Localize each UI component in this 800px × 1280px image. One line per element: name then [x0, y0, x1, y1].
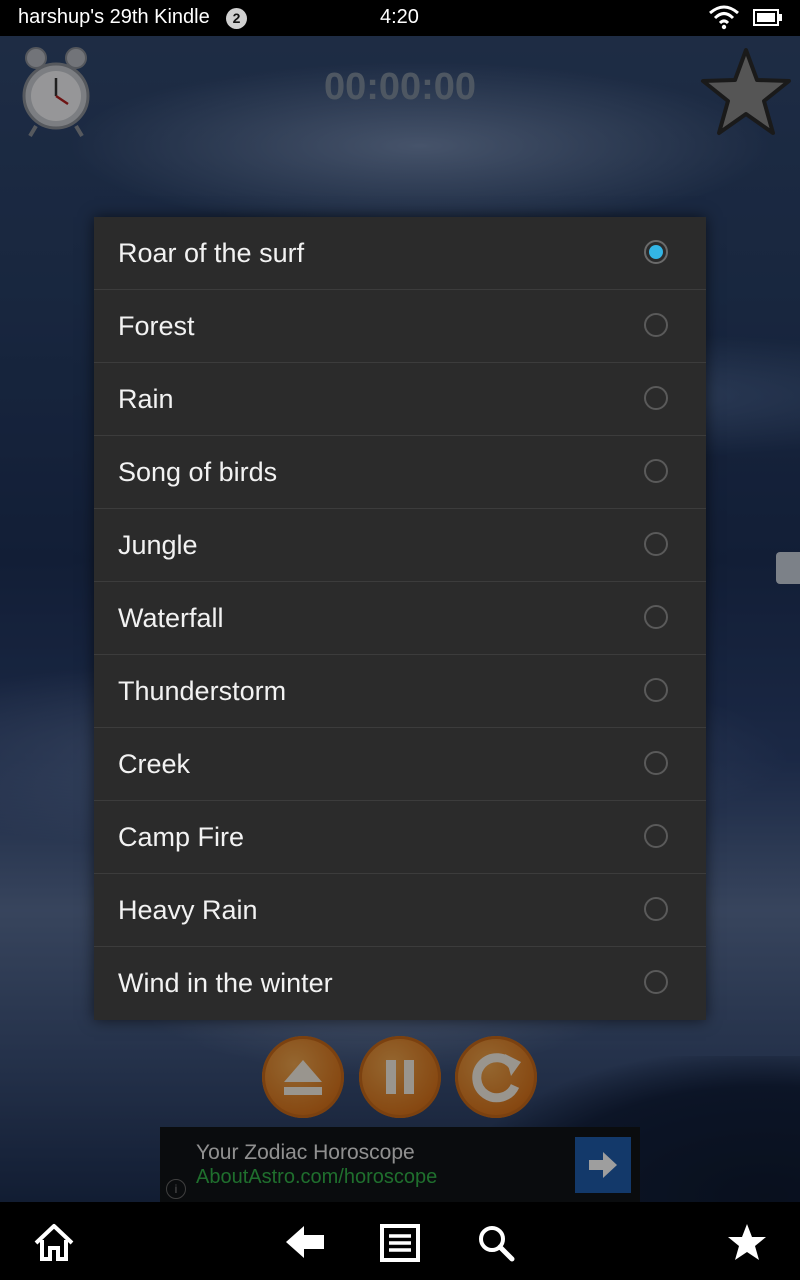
search-icon[interactable] — [477, 1224, 515, 1262]
radio-button[interactable] — [644, 605, 668, 629]
sound-option[interactable]: Rain — [94, 363, 706, 436]
sound-option[interactable]: Creek — [94, 728, 706, 801]
sound-option-label: Wind in the winter — [118, 968, 333, 998]
sound-option[interactable]: Roar of the surf — [94, 217, 706, 290]
sound-option[interactable]: Forest — [94, 290, 706, 363]
sound-option[interactable]: Jungle — [94, 509, 706, 582]
menu-icon[interactable] — [380, 1224, 420, 1262]
status-bar: harshup's 29th Kindle 2 4:20 — [0, 0, 800, 36]
radio-button[interactable] — [644, 751, 668, 775]
sound-option-label: Roar of the surf — [118, 238, 305, 268]
sound-option-label: Forest — [118, 311, 195, 341]
radio-button[interactable] — [644, 970, 668, 994]
device-name: harshup's 29th Kindle — [18, 6, 210, 28]
back-icon[interactable] — [284, 1224, 326, 1260]
radio-button[interactable] — [644, 532, 668, 556]
radio-button[interactable] — [644, 678, 668, 702]
sound-option-label: Heavy Rain — [118, 895, 258, 925]
radio-button[interactable] — [644, 386, 668, 410]
sound-selection-dialog: Roar of the surf Forest Rain Song of bir… — [94, 217, 706, 1020]
radio-button[interactable] — [644, 313, 668, 337]
sound-option[interactable]: Waterfall — [94, 582, 706, 655]
notification-badge[interactable]: 2 — [226, 8, 247, 29]
radio-button[interactable] — [644, 897, 668, 921]
home-icon[interactable] — [33, 1222, 75, 1262]
sound-option[interactable]: Wind in the winter — [94, 947, 706, 1020]
sound-option-label: Waterfall — [118, 603, 224, 633]
radio-button[interactable] — [644, 459, 668, 483]
sound-option-label: Jungle — [118, 530, 198, 560]
sound-option-label: Song of birds — [118, 457, 278, 487]
status-clock: 4:20 — [380, 6, 419, 28]
navigation-bar — [0, 1202, 800, 1280]
sound-option-label: Thunderstorm — [118, 676, 287, 706]
radio-button[interactable] — [644, 824, 668, 848]
radio-button-selected[interactable] — [644, 240, 668, 264]
sound-option-label: Camp Fire — [118, 822, 245, 852]
wifi-icon — [708, 4, 740, 36]
sound-option-label: Rain — [118, 384, 174, 414]
sound-option[interactable]: Heavy Rain — [94, 874, 706, 947]
battery-icon — [753, 9, 783, 33]
sound-option-label: Creek — [118, 749, 191, 779]
favorites-star-icon[interactable] — [727, 1223, 767, 1261]
sound-option[interactable]: Song of birds — [94, 436, 706, 509]
sound-option[interactable]: Thunderstorm — [94, 655, 706, 728]
sound-option[interactable]: Camp Fire — [94, 801, 706, 874]
